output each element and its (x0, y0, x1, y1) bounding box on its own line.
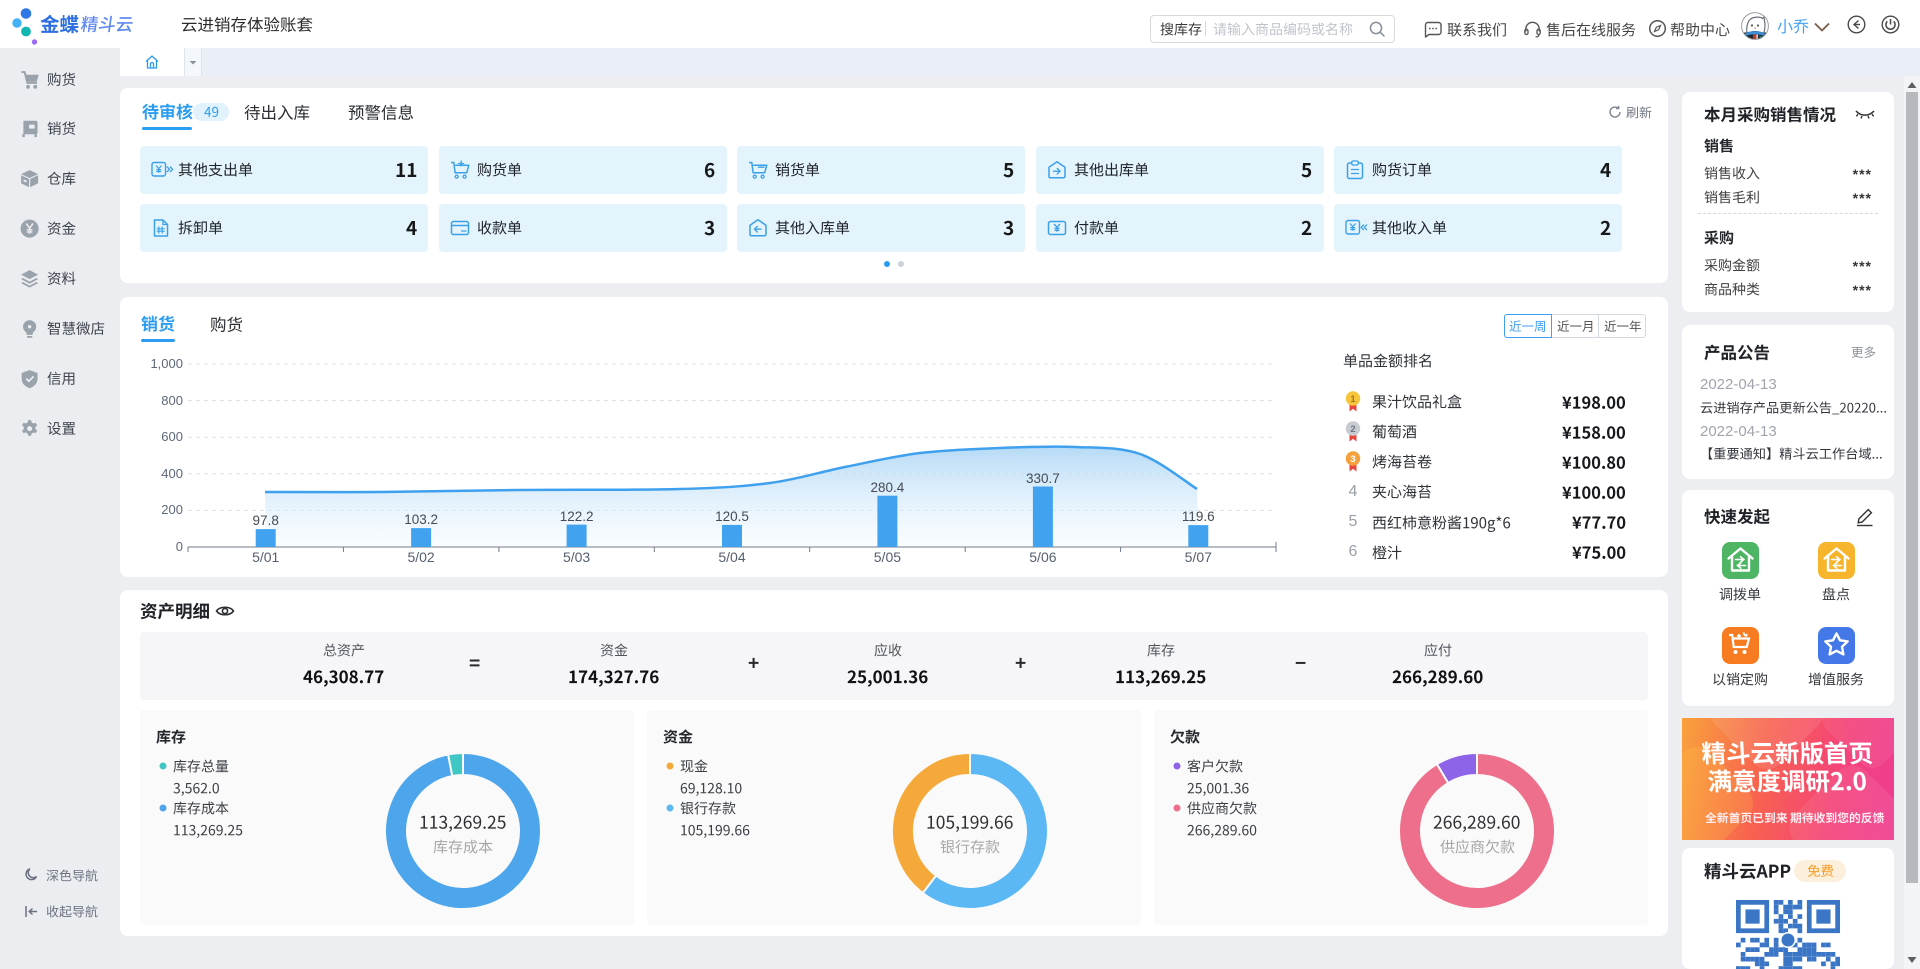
svg-text:2: 2 (1350, 424, 1355, 435)
svg-text:3: 3 (1350, 454, 1355, 465)
svg-text:1: 1 (1350, 394, 1356, 405)
